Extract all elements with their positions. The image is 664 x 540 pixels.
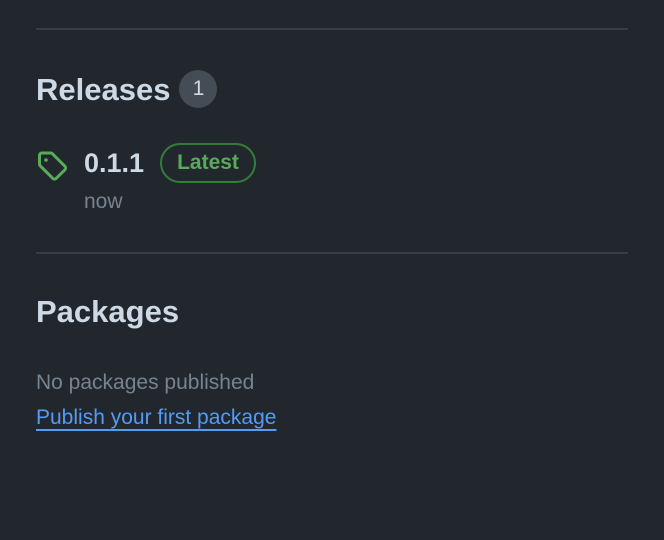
top-divider [36, 28, 628, 30]
release-item[interactable]: 0.1.1 Latest now [36, 142, 628, 222]
releases-title[interactable]: Releases [36, 74, 170, 105]
release-timestamp: now [84, 190, 123, 213]
packages-empty-text: No packages published [36, 371, 255, 394]
releases-count-badge: 1 [179, 70, 218, 108]
latest-badge: Latest [160, 143, 256, 183]
section-divider [36, 252, 628, 254]
release-version-link[interactable]: 0.1.1 [84, 148, 144, 179]
releases-heading[interactable]: Releases 1 [36, 70, 218, 108]
release-title-row: 0.1.1 Latest [84, 142, 256, 184]
tag-icon [38, 151, 68, 181]
repo-sidebar: Releases 1 0.1.1 Latest now Packages No … [0, 0, 664, 540]
packages-title[interactable]: Packages [36, 296, 179, 327]
publish-package-link[interactable]: Publish your first package [36, 406, 276, 430]
